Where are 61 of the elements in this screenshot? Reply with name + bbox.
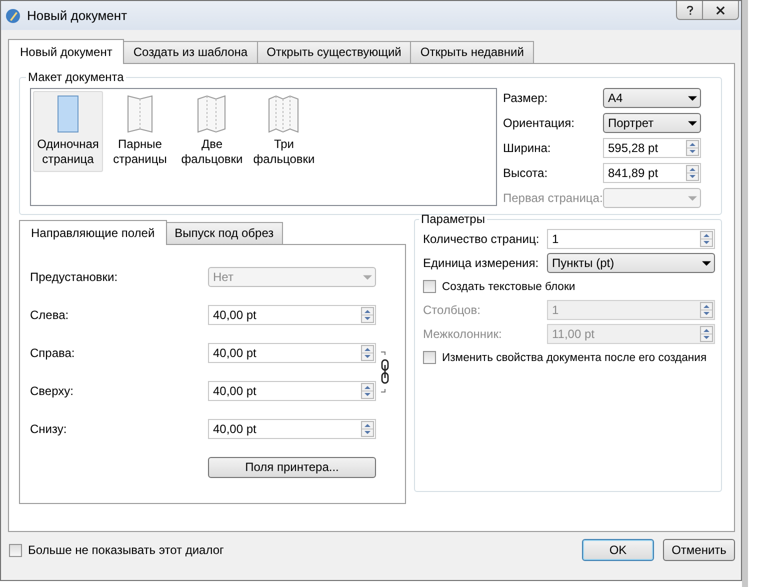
chain-link-icon[interactable] [379, 350, 389, 394]
tab[interactable]: Открыть недавний [410, 41, 534, 63]
field-label: Сверху: [30, 384, 74, 398]
field-label: Размер: [503, 91, 549, 105]
dropdown[interactable]: Портрет [603, 113, 701, 133]
dont-show-again-checkbox[interactable]: Больше не показывать этот диалог [9, 540, 224, 560]
caret-icon [688, 96, 696, 100]
spin-field[interactable]: 40,00 pt [208, 381, 376, 401]
pen-icon [5, 8, 21, 24]
caret-icon [688, 196, 696, 200]
spinner-icon[interactable] [700, 231, 713, 247]
dropdown[interactable]: Пункты (pt) [547, 253, 715, 273]
spinner-icon[interactable] [361, 383, 374, 399]
spinner-icon[interactable] [686, 140, 699, 156]
spin-field[interactable]: 841,89 pt [603, 163, 701, 183]
field-label: Слева: [30, 308, 70, 322]
tab[interactable]: Выпуск под обрез [166, 222, 283, 244]
dialog-button[interactable]: OK [582, 539, 654, 561]
layout-option[interactable]: Две фальцовки [177, 91, 247, 172]
field-label: Единица измерения: [423, 256, 540, 270]
field-label: Справа: [30, 346, 76, 360]
spinner-icon[interactable] [361, 421, 374, 437]
layout-option[interactable]: Парные страницы [105, 91, 175, 172]
field-label: Ориентация: [503, 116, 576, 130]
caret-icon [362, 274, 372, 280]
spin-field[interactable]: 40,00 pt [208, 305, 376, 325]
group-title: Макет документа [27, 70, 125, 84]
tab[interactable]: Новый документ [8, 39, 124, 64]
spin-field[interactable]: 1 [547, 229, 715, 249]
field-label: Количество страниц: [423, 232, 540, 246]
question-mark-icon [686, 4, 694, 16]
layout-option[interactable]: Одиночная страница [33, 91, 103, 172]
window-title: Новый документ [27, 8, 128, 23]
spinner-icon[interactable] [361, 307, 374, 323]
group-title: Параметры [420, 212, 486, 226]
field-label: Снизу: [30, 422, 68, 436]
tab[interactable]: Направляющие полей [19, 220, 167, 245]
dropdown[interactable]: A4 [603, 88, 701, 108]
field-label: Первая страница: [503, 191, 603, 205]
field-label: Ширина: [503, 141, 552, 155]
spinner-icon[interactable] [361, 345, 374, 361]
field-label: Столбцов: [423, 303, 482, 317]
printer-margins-button[interactable]: Поля принтера... [208, 456, 376, 478]
spin-field[interactable]: 40,00 pt [208, 419, 376, 439]
caret-icon [688, 120, 696, 126]
spinner-icon[interactable] [686, 165, 699, 181]
dialog-button[interactable]: Отменить [663, 539, 735, 561]
tab[interactable]: Создать из шаблона [123, 41, 258, 63]
checkbox-option[interactable]: Создать текстовые блоки [423, 277, 715, 296]
caret-icon [702, 260, 710, 266]
spin-field[interactable]: 40,00 pt [208, 343, 376, 363]
help-button[interactable] [676, 1, 703, 20]
close-button[interactable] [703, 1, 739, 20]
close-icon [716, 6, 725, 14]
field-label: Предустановки: [30, 270, 119, 284]
layout-option[interactable]: Три фальцовки [249, 91, 319, 172]
field-label: Межколонник: [423, 327, 503, 341]
spin-field[interactable]: 595,28 pt [603, 138, 701, 158]
checkbox-option[interactable]: Изменить свойства документа после его создания [423, 348, 715, 367]
tab[interactable]: Открыть существующий [256, 41, 412, 63]
field-label: Высота: [503, 166, 549, 180]
